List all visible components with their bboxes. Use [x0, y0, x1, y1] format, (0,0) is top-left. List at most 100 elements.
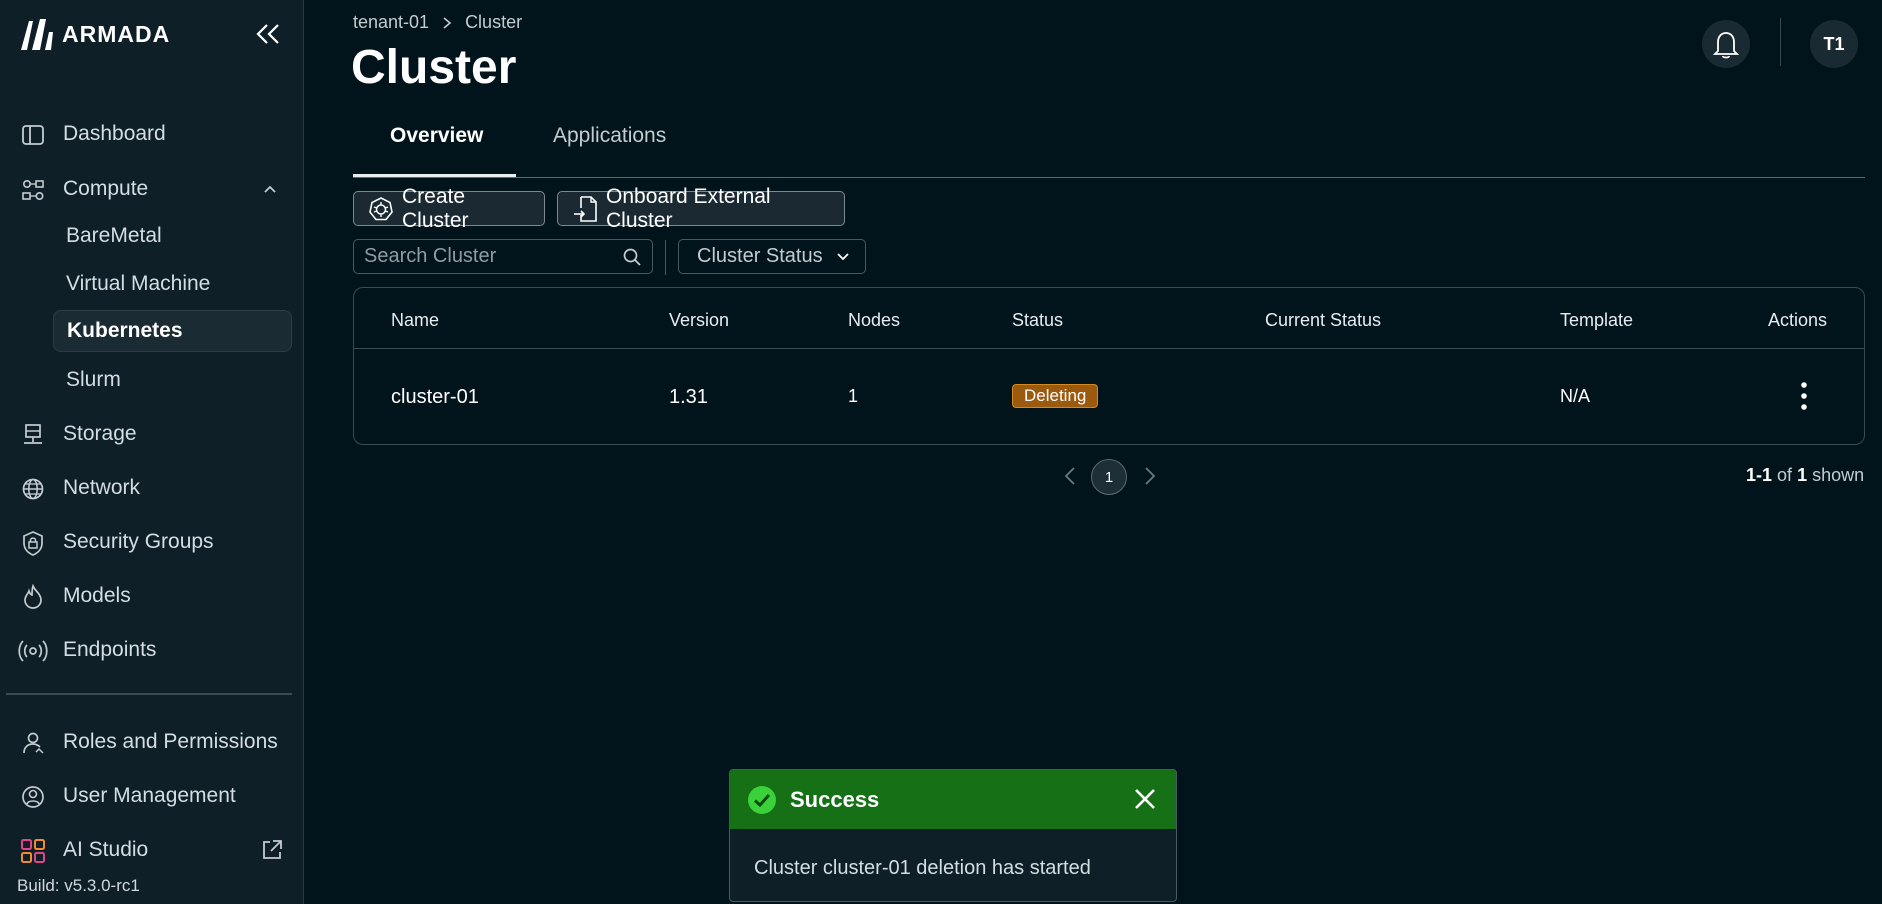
sidebar-item-user-management[interactable]: User Management — [0, 774, 304, 818]
page-title: Cluster — [351, 41, 517, 94]
row-actions-button[interactable] — [1794, 381, 1814, 411]
breadcrumb-current: Cluster — [465, 12, 523, 32]
collapse-sidebar-button[interactable] — [252, 18, 284, 50]
search-box — [353, 239, 653, 274]
tab-applications[interactable]: Applications — [553, 124, 666, 148]
sidebar-subitem-label: Slurm — [66, 368, 121, 391]
pagination-prev-button[interactable] — [1062, 465, 1078, 487]
toast-header: Success — [730, 770, 1176, 829]
kubernetes-icon — [368, 196, 394, 222]
cell-name[interactable]: cluster-01 — [391, 386, 479, 409]
sidebar-item-storage[interactable]: Storage — [0, 412, 304, 456]
storage-icon — [20, 422, 46, 448]
broadcast-icon — [16, 638, 50, 664]
sidebar-item-label: Storage — [63, 422, 137, 445]
sidebar-subitem-slurm[interactable]: Slurm — [53, 359, 292, 401]
cell-template: N/A — [1560, 386, 1591, 406]
onboard-external-cluster-button[interactable]: Onboard External Cluster — [557, 185, 845, 232]
dashboard-icon — [20, 122, 46, 148]
ai-studio-icon — [20, 838, 46, 864]
create-cluster-label: Create Cluster — [402, 184, 469, 232]
sidebar-subitem-kubernetes[interactable]: Kubernetes — [53, 310, 292, 352]
brand[interactable]: ARMADA — [18, 18, 170, 50]
cluster-status-label: Cluster Status — [697, 245, 823, 267]
filter-separator — [665, 240, 666, 275]
check-circle-icon — [746, 784, 778, 816]
notifications-button[interactable] — [1702, 20, 1750, 68]
tabs-baseline — [353, 177, 1865, 178]
sidebar-item-label: AI Studio — [63, 838, 149, 861]
cell-version: 1.31 — [669, 386, 708, 408]
chevron-left-icon — [1064, 467, 1075, 485]
cluster-status-dropdown[interactable]: Cluster Status — [678, 239, 866, 274]
sidebar-item-label: Endpoints — [63, 638, 157, 661]
success-toast: Success Cluster cluster-01 deletion has … — [729, 769, 1177, 902]
table-header-divider — [354, 348, 1864, 349]
brand-name: ARMADA — [62, 20, 171, 47]
sidebar: ARMADA Dashboard Compute BareMetal Virtu… — [0, 0, 304, 904]
sidebar-item-roles-and-permissions[interactable]: Roles and Permissions — [0, 720, 304, 764]
sidebar-item-label: Security Groups — [63, 530, 214, 553]
tab-overview[interactable]: Overview — [390, 124, 483, 148]
sidebar-item-label: Network — [63, 476, 141, 499]
sidebar-item-dashboard[interactable]: Dashboard — [0, 112, 304, 156]
cell-nodes: 1 — [848, 386, 859, 406]
sidebar-item-network[interactable]: Network — [0, 466, 304, 510]
sidebar-item-label: Dashboard — [63, 122, 166, 145]
breadcrumb: tenant-01 Cluster — [353, 12, 522, 33]
results-count: 1-1 of 1 shown — [1746, 465, 1864, 486]
chevron-down-icon — [835, 249, 851, 265]
external-link-icon[interactable] — [260, 838, 284, 862]
sidebar-item-label: Roles and Permissions — [63, 730, 278, 753]
results-total: 1 — [1797, 465, 1808, 485]
double-chevron-left-icon — [256, 24, 279, 44]
column-header-status[interactable]: Status — [1012, 310, 1063, 331]
shield-lock-icon — [20, 530, 46, 556]
column-header-version[interactable]: Version — [669, 310, 729, 331]
active-tab-indicator — [353, 174, 516, 177]
sidebar-item-ai-studio[interactable]: AI Studio — [0, 828, 304, 872]
sidebar-item-label: Compute — [63, 177, 149, 200]
sidebar-item-compute[interactable]: Compute — [0, 167, 304, 211]
results-shown: shown — [1812, 465, 1865, 485]
column-header-nodes[interactable]: Nodes — [848, 310, 900, 331]
sidebar-item-security-groups[interactable]: Security Groups — [0, 520, 304, 564]
search-input[interactable] — [364, 240, 604, 273]
avatar[interactable]: T1 — [1810, 20, 1858, 68]
sidebar-subitem-baremetal[interactable]: BareMetal — [53, 215, 292, 257]
toast-title: Success — [790, 787, 880, 812]
chevron-up-icon[interactable] — [262, 181, 278, 197]
sidebar-subitem-label: Virtual Machine — [66, 272, 211, 295]
sidebar-divider — [6, 693, 292, 695]
pagination-next-button[interactable] — [1142, 465, 1158, 487]
results-range: 1-1 — [1746, 465, 1773, 485]
kebab-menu-icon — [1801, 382, 1807, 410]
column-header-actions: Actions — [1768, 310, 1828, 330]
sidebar-item-label: User Management — [63, 784, 236, 807]
sidebar-item-models[interactable]: Models — [0, 574, 304, 618]
user-circle-icon — [20, 784, 46, 810]
sidebar-subitem-virtual-machine[interactable]: Virtual Machine — [53, 263, 292, 305]
column-header-current-status[interactable]: Current Status — [1265, 310, 1381, 331]
cluster-table: Name Version Nodes Status Current Status… — [353, 287, 1865, 445]
onboard-external-cluster-label: Onboard External Cluster — [606, 184, 771, 232]
chevron-right-icon — [1145, 467, 1156, 485]
search-icon[interactable] — [622, 247, 642, 267]
build-version: Build: v5.3.0-rc1 — [17, 876, 140, 895]
breadcrumb-tenant[interactable]: tenant-01 — [353, 12, 429, 33]
sidebar-subitem-label: BareMetal — [66, 224, 162, 247]
results-of: of — [1777, 465, 1793, 485]
compute-icon — [20, 177, 46, 203]
bell-icon — [1712, 32, 1740, 59]
flame-icon — [20, 584, 46, 610]
column-header-name[interactable]: Name — [391, 310, 439, 331]
sidebar-subitem-label: Kubernetes — [67, 319, 183, 342]
file-import-icon — [572, 195, 598, 223]
column-header-template[interactable]: Template — [1560, 310, 1633, 331]
header-separator — [1780, 18, 1781, 66]
create-cluster-button[interactable]: Create Cluster — [353, 185, 545, 232]
globe-icon — [20, 476, 46, 502]
pagination-page-1[interactable]: 1 — [1091, 459, 1127, 495]
sidebar-item-endpoints[interactable]: Endpoints — [0, 628, 304, 672]
close-icon[interactable] — [1132, 786, 1158, 812]
